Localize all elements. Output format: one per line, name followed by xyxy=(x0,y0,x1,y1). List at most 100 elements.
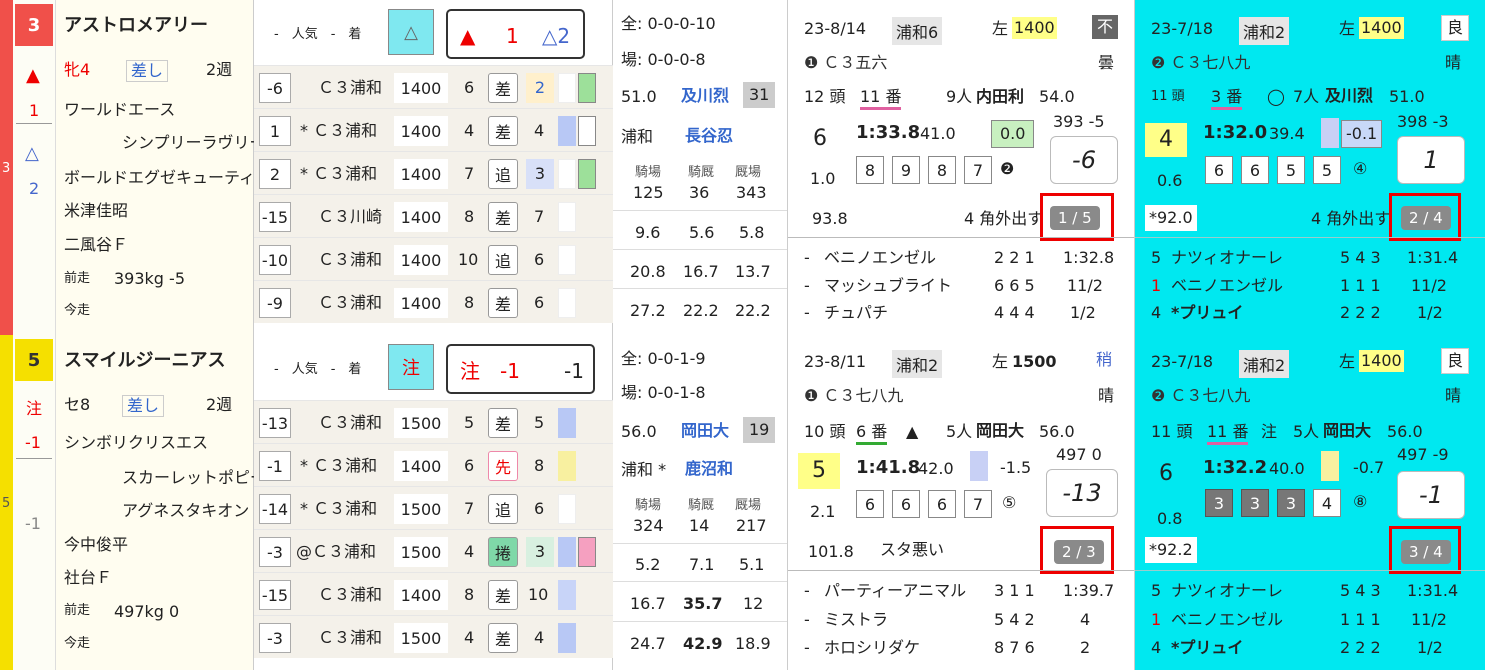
run-style-button[interactable]: 差 xyxy=(488,580,518,610)
run-style-button[interactable]: 差 xyxy=(488,116,518,146)
race-class: * Ｃ３浦和 xyxy=(300,456,378,475)
race-position: 6 xyxy=(534,250,545,269)
race-diff: -13 xyxy=(259,408,291,438)
race-position: 4 xyxy=(534,628,545,647)
stat-value: 35.7 xyxy=(683,594,723,613)
popularity: 5人 xyxy=(946,422,973,441)
run-style: 差し xyxy=(122,395,165,417)
prediction-sub: -1 xyxy=(564,359,584,383)
race-distance: 1500 xyxy=(394,623,448,653)
past-race-row[interactable]: -13 Ｃ３浦和 1500 5 差 5 xyxy=(254,400,613,443)
past-race-row[interactable]: -9 Ｃ３浦和 1400 8 差 6 xyxy=(254,280,613,323)
last-3f: 41.0 xyxy=(920,124,956,143)
result-time: 4 xyxy=(1080,610,1091,629)
run-style-button[interactable]: 追 xyxy=(488,245,518,275)
race-field: 6 xyxy=(464,456,475,475)
past-race-row[interactable]: -10 Ｃ３浦和 1400 10 追 6 xyxy=(254,237,613,280)
heads: 10 頭 xyxy=(804,422,846,441)
run-style-button[interactable]: 捲 xyxy=(488,537,518,567)
race-distance: 1500 xyxy=(1012,352,1057,371)
pop-mark-box[interactable]: △ xyxy=(388,9,434,55)
past-race-row[interactable]: 1 * Ｃ３浦和 1400 4 差 4 xyxy=(254,108,613,151)
run-style-button[interactable]: 差 xyxy=(488,623,518,653)
divider xyxy=(613,621,787,622)
time-diff: -0.1 xyxy=(1341,120,1383,148)
result-corners: 8 7 6 xyxy=(994,638,1035,657)
stat-value: 5.6 xyxy=(689,223,715,242)
race-distance: 1500 xyxy=(394,494,448,524)
prediction-box: 注 -1 -1 xyxy=(446,344,595,394)
past-race-row[interactable]: -6 Ｃ３浦和 1400 6 差 2 xyxy=(254,65,613,108)
jockey-name[interactable]: 岡田大 xyxy=(681,423,729,439)
past-race-row[interactable]: -15 Ｃ３浦和 1400 8 差 10 xyxy=(254,572,613,615)
run-style-button[interactable]: 差 xyxy=(488,288,518,318)
mark-main-num: 1 xyxy=(29,101,40,120)
pop-mark-box[interactable]: 注 xyxy=(388,344,434,390)
time-diff: 0.0 xyxy=(991,120,1035,148)
trainer-name[interactable]: 鹿沼和 xyxy=(685,461,733,477)
race-class: @Ｃ３浦和 xyxy=(296,542,377,561)
run-style-button[interactable]: 差 xyxy=(488,408,518,438)
result-number: 4 xyxy=(1151,638,1162,657)
trainer-location: 浦和 xyxy=(621,127,654,146)
previous-race-1[interactable]: 23-8/11 浦和2 左 1500 稍 ❶ Ｃ３七八九 晴 10 頭 6 番 … xyxy=(788,335,1135,670)
race-class: Ｃ３浦和 xyxy=(318,293,383,312)
run-style-button[interactable]: 差 xyxy=(488,73,518,103)
race-field: 5 xyxy=(464,413,475,432)
past-race-row[interactable]: -1 * Ｃ３浦和 1400 6 先 8 xyxy=(254,443,613,486)
color-cell xyxy=(558,245,576,275)
run-style-button[interactable]: 追 xyxy=(488,494,518,524)
result-horse: パーティーアニマル xyxy=(824,581,967,600)
race-distance: 1400 xyxy=(1012,17,1057,39)
race-field: 7 xyxy=(464,164,475,183)
race-class: ❶ Ｃ３五六 xyxy=(804,53,888,72)
result-horse: ミストラ xyxy=(824,610,889,629)
result-horse: ベニノエンゼル xyxy=(1171,610,1284,629)
corner-pos: 3 xyxy=(1277,489,1305,517)
previous-race-1[interactable]: 23-8/14 浦和6 左 1400 不 ❶ Ｃ３五六 曇 12 頭 11 番 … xyxy=(788,0,1135,335)
divider xyxy=(1135,237,1485,238)
race-position: 8 xyxy=(534,456,545,475)
race-class: ❶ Ｃ３七八九 xyxy=(804,386,904,405)
previous-race-2[interactable]: 23-7/18 浦和2 左 1400 良 ❷ Ｃ３七八九 晴 11 頭 3 番 … xyxy=(1135,0,1485,335)
result-time: 1:32.8 xyxy=(1063,248,1115,267)
weather: 晴 xyxy=(1445,53,1462,72)
time-diff: -1.5 xyxy=(1000,458,1032,477)
race-class: Ｃ３浦和 xyxy=(318,78,383,97)
previous-race-2[interactable]: 23-7/18 浦和2 左 1400 良 ❷ Ｃ３七八九 晴 11 頭 11 番… xyxy=(1135,335,1485,670)
result-corners: 2 2 2 xyxy=(1340,638,1381,657)
race-class: * Ｃ３浦和 xyxy=(300,164,378,183)
stat-value: 5.2 xyxy=(635,555,661,574)
race-distance: 1500 xyxy=(394,408,448,438)
dam: スカーレットポピー xyxy=(122,468,267,487)
record-all: 全: 0-0-0-10 xyxy=(621,14,716,33)
past-race-row[interactable]: -3 Ｃ３浦和 1500 4 差 4 xyxy=(254,615,613,658)
stat-header-3: 厩場 xyxy=(735,165,762,180)
run-style-button[interactable]: 追 xyxy=(488,159,518,189)
corner-pos: 3 xyxy=(1205,489,1233,517)
body-weight: 497 -9 xyxy=(1397,445,1449,464)
past-race-row[interactable]: -15 Ｃ３川崎 1400 8 差 7 xyxy=(254,194,613,237)
color-cell xyxy=(558,202,576,232)
race-date: 23-7/18 xyxy=(1151,352,1214,371)
race-course: 浦和2 xyxy=(1239,17,1290,45)
past-race-row[interactable]: -3 @Ｃ３浦和 1500 4 捲 3 xyxy=(254,529,613,572)
past-race-row[interactable]: 2 * Ｃ３浦和 1400 7 追 3 xyxy=(254,151,613,194)
last-3f: 42.0 xyxy=(918,459,954,478)
race-position: 2 xyxy=(526,73,554,103)
result-time: 11/2 xyxy=(1411,610,1447,629)
trainer-name[interactable]: 長谷忍 xyxy=(685,128,733,144)
corner-pos: 6 xyxy=(856,490,884,518)
result-horse: チュパチ xyxy=(824,303,889,322)
stat-value: 12 xyxy=(743,594,764,613)
past-race-row[interactable]: -14 * Ｃ３浦和 1500 7 追 6 xyxy=(254,486,613,529)
frame-number: 3 xyxy=(2,161,11,176)
horse-name[interactable]: スマイルジーニアス xyxy=(64,352,225,370)
run-style-button[interactable]: 差 xyxy=(488,202,518,232)
run-style-button[interactable]: 先 xyxy=(488,451,518,481)
race-diff: -1 xyxy=(259,451,291,481)
stat-value: 217 xyxy=(736,516,767,535)
stat-value: 5.1 xyxy=(739,555,765,574)
horse-name[interactable]: アストロメアリー xyxy=(64,17,208,35)
jockey-name[interactable]: 及川烈 xyxy=(681,88,729,104)
